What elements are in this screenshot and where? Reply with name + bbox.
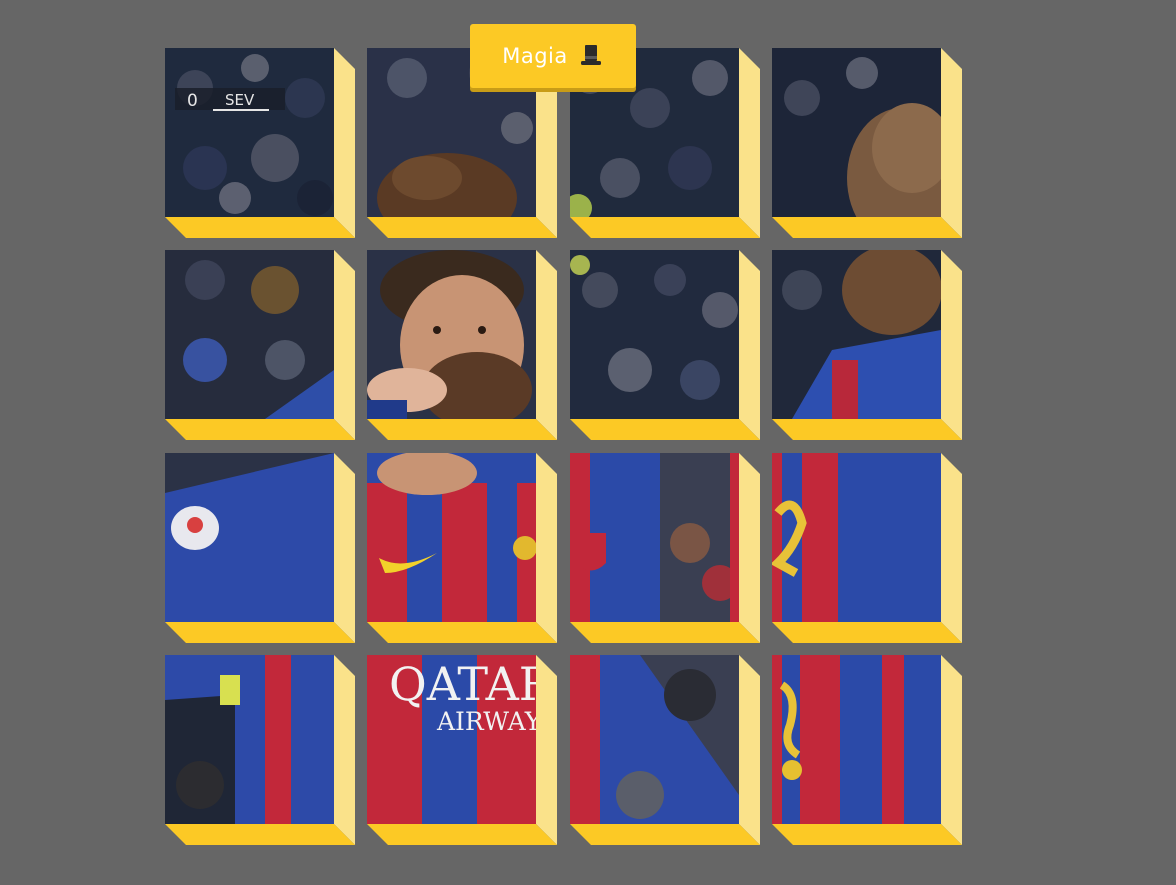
scoreboard-away: SEV: [225, 91, 255, 109]
magic-button-label: Magia: [502, 44, 568, 68]
puzzle-tile[interactable]: 0 SEV: [165, 48, 355, 238]
tile-image: 0 SEV: [165, 48, 334, 217]
scoreboard-home: 0: [187, 91, 198, 111]
puzzle-tile[interactable]: [367, 453, 557, 643]
tile-image: [165, 250, 334, 419]
tile-image: [165, 453, 334, 622]
puzzle-tile[interactable]: [570, 655, 760, 845]
tile-image: [772, 250, 941, 419]
shirt-sponsor-line2: AIRWAYS: [436, 707, 536, 736]
tile-image: [367, 250, 536, 419]
puzzle-tile[interactable]: [165, 655, 355, 845]
puzzle-stage: Magia 0 SEV QATA AIRWAY: [0, 0, 1176, 885]
tile-image: [165, 655, 334, 824]
magic-button[interactable]: Magia: [470, 24, 636, 88]
puzzle-tile[interactable]: [165, 453, 355, 643]
tile-image: [570, 250, 739, 419]
tile-image: [772, 655, 941, 824]
puzzle-tile[interactable]: [772, 453, 962, 643]
puzzle-tile[interactable]: [772, 48, 962, 238]
puzzle-tile[interactable]: [165, 250, 355, 440]
shirt-sponsor-line1: QATAR: [389, 657, 536, 711]
puzzle-tile[interactable]: [367, 250, 557, 440]
puzzle-tile[interactable]: [772, 655, 962, 845]
puzzle-tile[interactable]: [570, 250, 760, 440]
tile-image: [772, 453, 941, 622]
tile-image: QATAR AIRWAYS: [367, 655, 536, 824]
tile-image: [772, 48, 941, 217]
tile-image: [570, 453, 739, 622]
top-hat-icon: [578, 43, 604, 69]
puzzle-tile[interactable]: QATAR AIRWAYS: [367, 655, 557, 845]
puzzle-tile[interactable]: [570, 453, 760, 643]
tile-image: [367, 453, 536, 622]
tile-image: [570, 655, 739, 824]
puzzle-tile[interactable]: [772, 250, 962, 440]
